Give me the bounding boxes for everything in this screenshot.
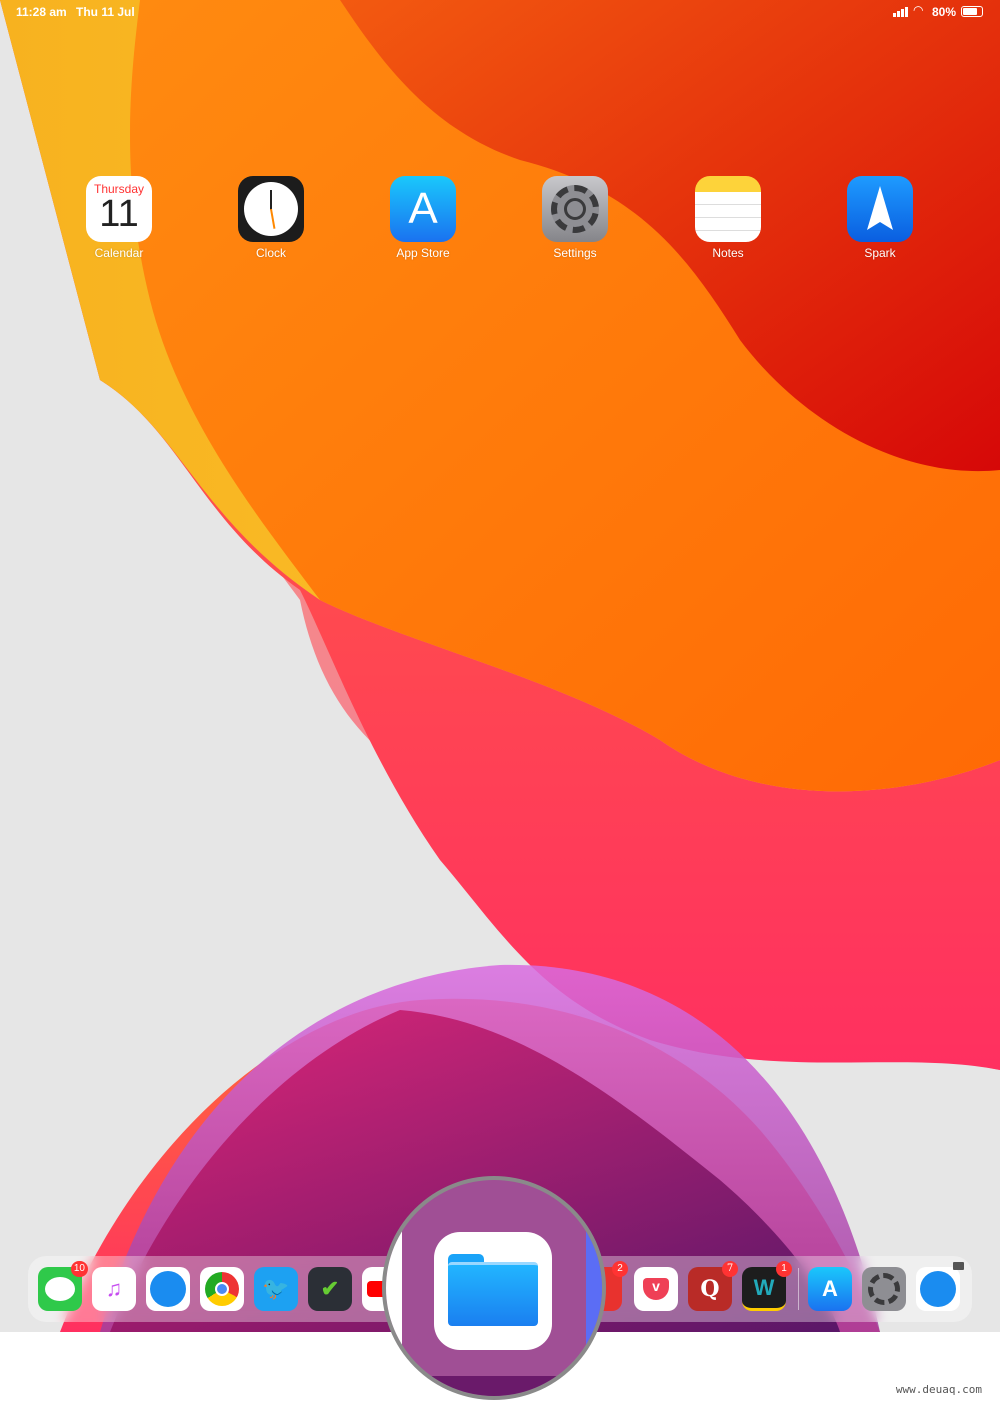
dock-chrome[interactable] [200,1267,244,1311]
wunderlist-icon: W [753,1274,775,1300]
magnified-edge-left [386,1180,402,1380]
notification-badge: 2 [612,1261,628,1277]
app-label: Settings [553,246,597,260]
folder-icon [448,1254,538,1326]
dock-wunderlist[interactable]: W1 [742,1261,792,1311]
calendar-icon: Thursday 11 [86,176,152,242]
handoff-icon [953,1262,964,1270]
dock-tasks[interactable]: ✔ [308,1267,352,1311]
dock-pocket[interactable]: v [634,1267,678,1311]
app-label: Calendar [94,246,144,260]
wifi-icon: ◠ [913,3,924,17]
checkmark-icon: ✔ [320,1276,340,1301]
clock-icon [238,176,304,242]
app-store-icon: A [390,176,456,242]
twitter-bird-icon: 🐦 [262,1276,290,1301]
notification-badge: 1 [776,1261,792,1277]
compass-icon [920,1271,956,1307]
app-app-store[interactable]: A App Store [378,176,468,260]
app-label: Spark [864,246,896,260]
app-store-icon: A [822,1276,838,1301]
magnifier-files-app[interactable] [382,1176,606,1400]
settings-gear-icon [542,176,608,242]
app-label: App Store [396,246,450,260]
dock-quora[interactable]: Q7 [688,1261,738,1311]
chrome-icon [205,1272,239,1306]
app-label: Notes [712,246,744,260]
settings-gear-icon [868,1273,900,1305]
battery-icon [961,6,983,17]
music-note-icon: ♫ [105,1276,123,1301]
app-spark[interactable]: Spark [835,176,925,260]
calendar-date: 11 [99,193,139,235]
app-settings[interactable]: Settings [530,176,620,260]
ipad-home-screen: 11:28 am Thu 11 Jul ◠ 80% Thursday 11 Ca… [0,0,1000,1332]
app-notes[interactable]: Notes [683,176,773,260]
message-bubble-icon [45,1277,75,1301]
dock-messages[interactable]: 10 [38,1261,88,1311]
dock-divider [798,1268,799,1310]
app-label: Clock [255,246,286,260]
quora-q-icon: Q [700,1276,720,1302]
notification-badge: 10 [70,1261,88,1277]
notes-icon [695,176,761,242]
spark-icon [847,176,913,242]
watermark: www.deuaq.com [895,1383,982,1396]
status-date: Thu 11 Jul [76,5,135,19]
dock-music[interactable]: ♫ [92,1267,136,1311]
app-calendar[interactable]: Thursday 11 Calendar [74,176,164,260]
signal-icon [893,7,909,17]
dock-recent-safari[interactable] [916,1262,964,1311]
dock-safari[interactable] [146,1267,190,1311]
status-time: 11:28 am [16,5,67,19]
compass-icon [150,1271,186,1307]
dock-recent-settings[interactable] [862,1267,906,1311]
app-clock[interactable]: Clock [226,176,316,260]
notification-badge: 7 [722,1261,738,1277]
dock-twitter[interactable]: 🐦 [254,1267,298,1311]
files-app-icon [434,1232,552,1350]
pocket-icon: v [643,1278,669,1300]
battery-percent: 80% [932,5,957,19]
dock-recent-app-store[interactable]: A [808,1267,852,1311]
